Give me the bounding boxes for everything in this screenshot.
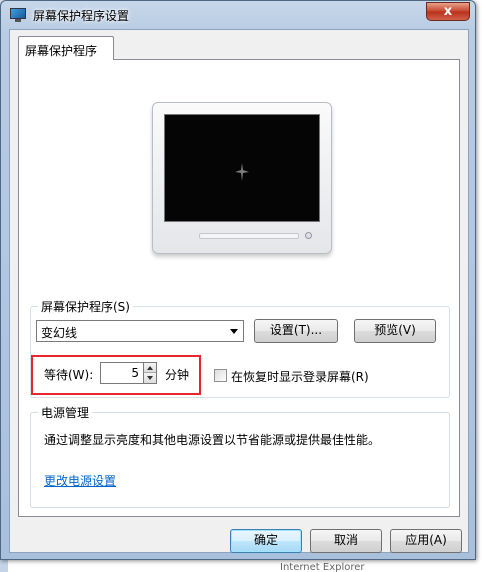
power-group xyxy=(30,412,450,508)
preview-button[interactable]: 预览(V) xyxy=(354,319,436,343)
close-icon: x xyxy=(443,4,453,19)
power-group-label: 电源管理 xyxy=(38,404,93,421)
wait-minutes-input[interactable]: 5 xyxy=(100,362,144,384)
preview-spark-graphic xyxy=(235,163,249,181)
monitor-power-led xyxy=(305,232,312,239)
spin-down-button[interactable] xyxy=(144,373,156,383)
monitor-slot xyxy=(199,233,299,239)
arrow-up-icon xyxy=(147,366,153,370)
resume-show-logon-checkbox[interactable] xyxy=(214,369,227,382)
power-description: 通过调整显示亮度和其他电源设置以节省能源或提供最佳性能。 xyxy=(44,433,381,447)
monitor-icon xyxy=(10,8,26,22)
title-bar[interactable]: 屏幕保护程序设置 x xyxy=(1,1,475,29)
tab-screensaver[interactable]: 屏幕保护程序 xyxy=(18,36,114,60)
screensaver-select-value: 变幻线 xyxy=(41,326,78,340)
arrow-down-icon xyxy=(147,376,153,380)
screensaver-group-label: 屏幕保护程序(S) xyxy=(38,298,133,315)
cancel-button[interactable]: 取消 xyxy=(310,529,382,553)
ok-button[interactable]: 确定 xyxy=(230,529,302,553)
change-power-settings-link[interactable]: 更改电源设置 xyxy=(44,472,116,489)
spin-up-button[interactable] xyxy=(144,363,156,373)
dialog-title: 屏幕保护程序设置 xyxy=(33,9,130,23)
settings-button[interactable]: 设置(T)... xyxy=(254,319,338,343)
preview-screen xyxy=(164,114,320,222)
close-button[interactable]: x xyxy=(426,2,470,21)
wait-minutes-stepper[interactable] xyxy=(143,362,157,384)
chevron-down-icon xyxy=(230,329,238,334)
resume-show-logon-label[interactable]: 在恢复时显示登录屏幕(R) xyxy=(231,368,369,385)
background-app-text: Internet Explorer xyxy=(80,562,482,572)
background-app-label: Internet Explorer xyxy=(280,562,365,572)
wait-unit-label: 分钟 xyxy=(165,368,190,382)
screensaver-preview-monitor xyxy=(152,102,332,254)
screensaver-select[interactable]: 变幻线 xyxy=(36,320,244,342)
apply-button[interactable]: 应用(A) xyxy=(390,529,462,553)
wait-label: 等待(W): xyxy=(44,368,94,382)
